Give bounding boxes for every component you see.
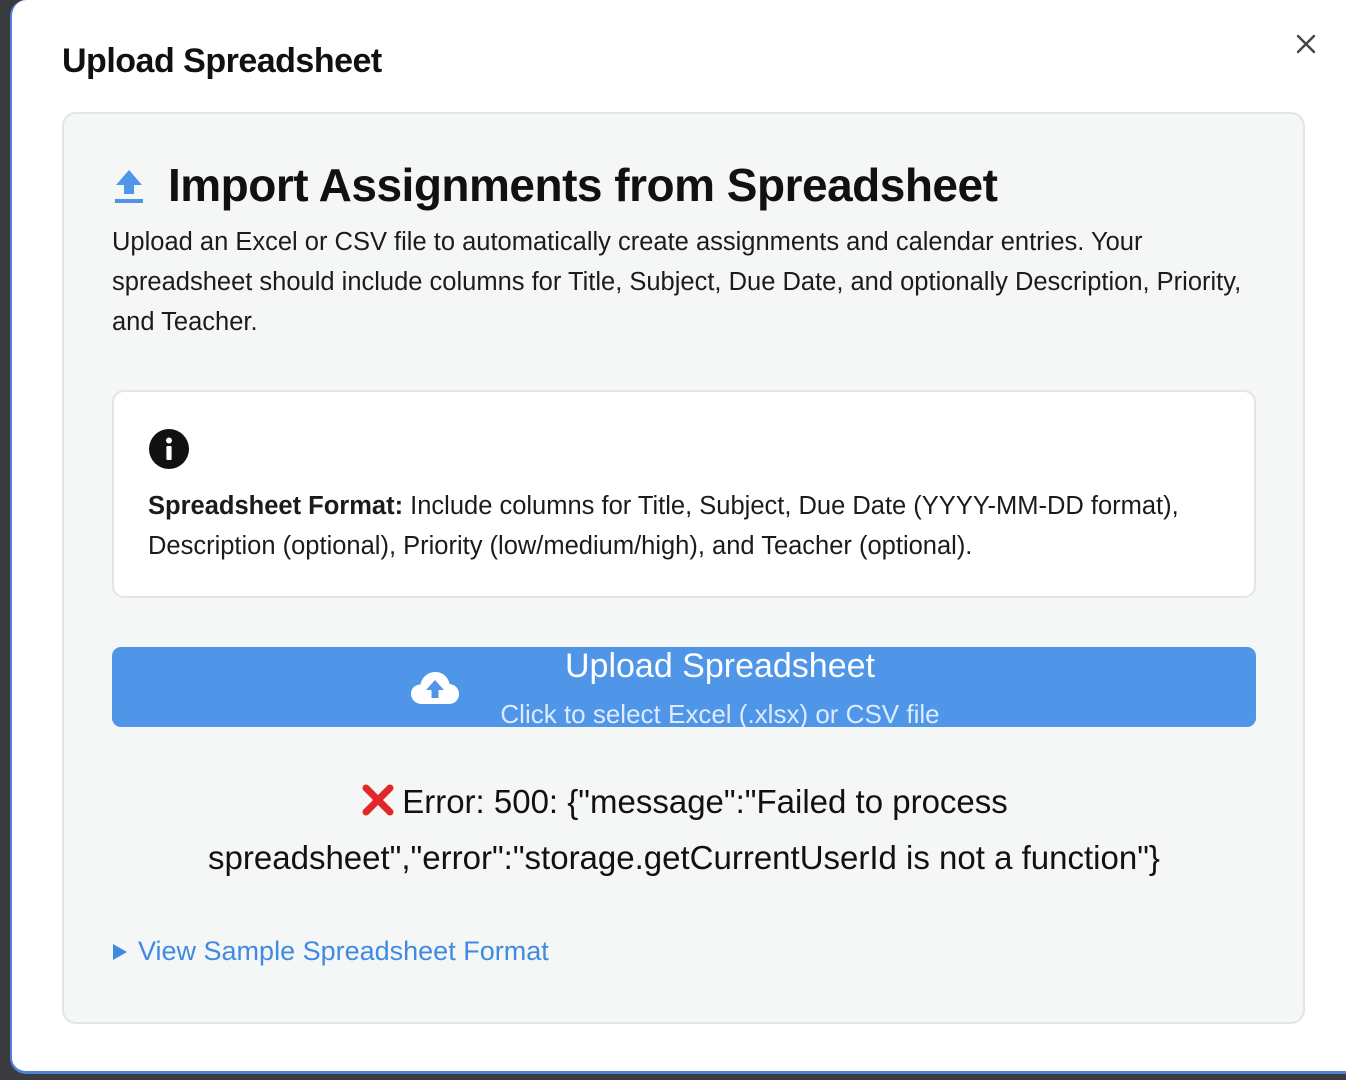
format-info-label: Spreadsheet Format:	[148, 492, 404, 520]
error-message: Error: 500: {"message":"Failed to proces…	[112, 774, 1256, 886]
cross-mark-icon	[362, 784, 394, 816]
close-icon	[1296, 34, 1316, 54]
upload-spreadsheet-modal: Upload Spreadsheet Import Assignments fr…	[10, 0, 1346, 1074]
upload-button-sublabel: Click to select Excel (.xlsx) or CSV fil…	[500, 699, 940, 727]
card-title: Import Assignments from Spreadsheet	[168, 159, 998, 211]
card-heading: Import Assignments from Spreadsheet	[112, 158, 998, 212]
info-icon	[149, 429, 189, 469]
upload-icon	[115, 170, 143, 203]
upload-button-label: Upload Spreadsheet	[564, 647, 875, 685]
modal-title: Upload Spreadsheet	[62, 42, 382, 80]
card-description: Upload an Excel or CSV file to automatic…	[112, 228, 1242, 336]
format-info-text: Spreadsheet Format: Include columns for …	[148, 486, 1228, 566]
error-text: Error: 500: {"message":"Failed to proces…	[208, 783, 1160, 876]
import-card: Import Assignments from Spreadsheet Uplo…	[62, 112, 1305, 1024]
upload-spreadsheet-button[interactable]: Upload Spreadsheet Click to select Excel…	[112, 647, 1256, 727]
close-button[interactable]	[1292, 30, 1320, 58]
view-sample-format-link[interactable]: View Sample Spreadsheet Format	[112, 936, 549, 967]
triangle-right-icon	[113, 943, 127, 960]
format-info-box: Spreadsheet Format: Include columns for …	[112, 390, 1256, 598]
sample-link-label: View Sample Spreadsheet Format	[138, 936, 549, 966]
